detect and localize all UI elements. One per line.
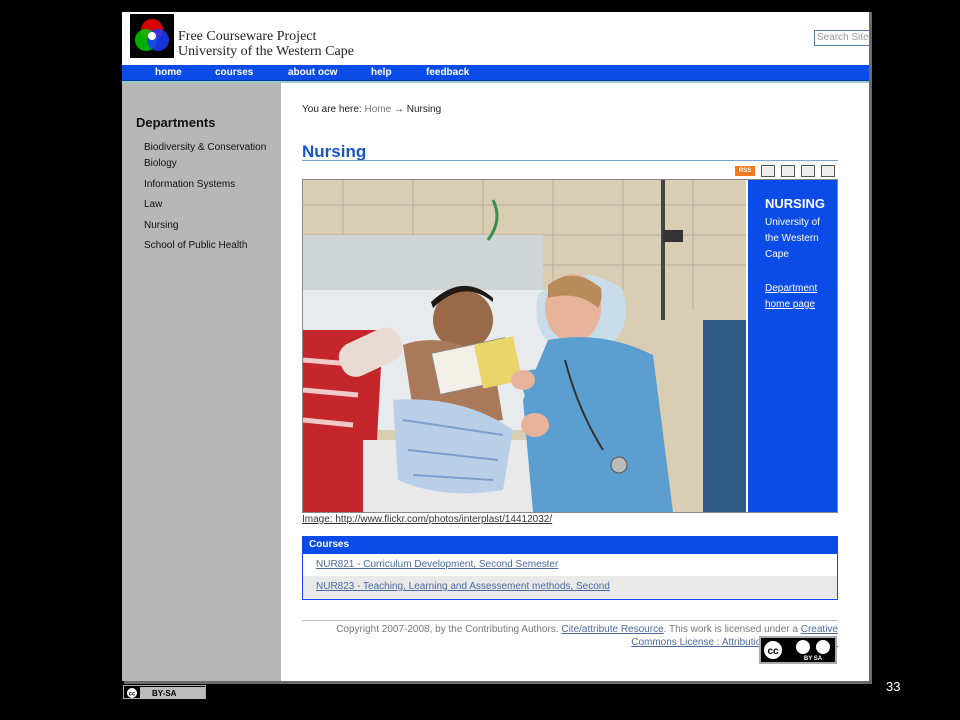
page-title: Nursing [302,142,367,161]
site-name[interactable]: Free Courseware Project University of th… [178,29,354,59]
sidebar-item-biodiversity[interactable]: Biodiversity & Conservation Biology [144,140,279,172]
site-name-line2: University of the Western Cape [178,44,354,59]
breadcrumb: You are here: Home → Nursing [302,104,441,115]
breadcrumb-arrow-icon: → [393,104,404,115]
nav-help[interactable]: help [371,67,392,78]
sidebar-item-information-systems[interactable]: Information Systems [144,177,279,193]
slide-cc-badge: cc BY-SA [123,685,206,699]
breadcrumb-home-link[interactable]: Home [364,104,391,115]
document-icon[interactable] [801,165,815,177]
nav-feedback[interactable]: feedback [426,67,469,78]
site-name-line1: Free Courseware Project [178,29,317,44]
cc-badge-text: BY SA [804,656,823,662]
department-info-box: NURSING University of the Western Cape D… [748,180,837,512]
search-input[interactable]: Search Site [814,30,869,46]
license-text: . This work is licensed under a [663,624,798,635]
nurse-reading-photo [303,180,746,512]
image-credit-link[interactable]: Image: http://www.flickr.com/photos/inte… [302,514,552,525]
creative-link[interactable]: Creative [801,624,838,635]
course-link-nur823[interactable]: NUR823 - Teaching, Learning and Assessem… [303,576,837,598]
slide-number: 33 [886,679,901,694]
svg-text:cc: cc [767,646,779,657]
nav-about-ocw[interactable]: about ocw [288,67,337,78]
slide-cc-label: BY-SA [152,689,177,698]
nav-home[interactable]: home [155,67,182,78]
site-header: Free Courseware Project University of th… [122,12,869,65]
sidebar: Departments Biodiversity & Conservation … [122,83,281,681]
cite-resource-link[interactable]: Cite/attribute Resource [561,624,663,635]
sidebar-item-public-health[interactable]: School of Public Health [144,238,279,254]
sidebar-heading: Departments [136,115,216,130]
title-divider [302,160,838,161]
feature-panel: NURSING University of the Western Cape D… [302,179,838,513]
copyright-text: Copyright 2007-2008, by the Contributing… [336,624,559,635]
department-home-link[interactable]: Department home page [765,281,833,313]
rss-icon[interactable]: RSS [735,166,755,176]
rgb-logo-icon[interactable] [130,14,174,58]
breadcrumb-current: Nursing [406,104,442,115]
svg-text:cc: cc [129,692,136,698]
browser-window: Free Courseware Project University of th… [122,12,869,681]
info-title: NURSING [765,196,825,211]
course-link-nur821[interactable]: NUR821 - Curriculum Development, Second … [303,554,837,576]
nav-courses[interactable]: courses [215,67,253,78]
main-nav: home courses about ocw help feedback [122,65,869,81]
courses-heading: Courses [303,537,837,554]
sidebar-item-nursing[interactable]: Nursing [144,218,279,234]
cc-license-badge[interactable]: cc BY SA [759,636,837,664]
email-icon[interactable] [761,165,775,177]
print-icon[interactable] [781,165,795,177]
footer-divider [302,620,838,621]
page-tools: RSS [735,164,835,178]
breadcrumb-prefix: You are here: [302,104,362,115]
bookmark-icon[interactable] [821,165,835,177]
window-shadow-right [869,12,872,683]
sidebar-item-law[interactable]: Law [144,197,279,213]
info-subtitle: University of the Western Cape [765,217,821,260]
courses-table: Courses NUR821 - Curriculum Development,… [302,536,838,600]
window-shadow-bottom [124,681,872,684]
